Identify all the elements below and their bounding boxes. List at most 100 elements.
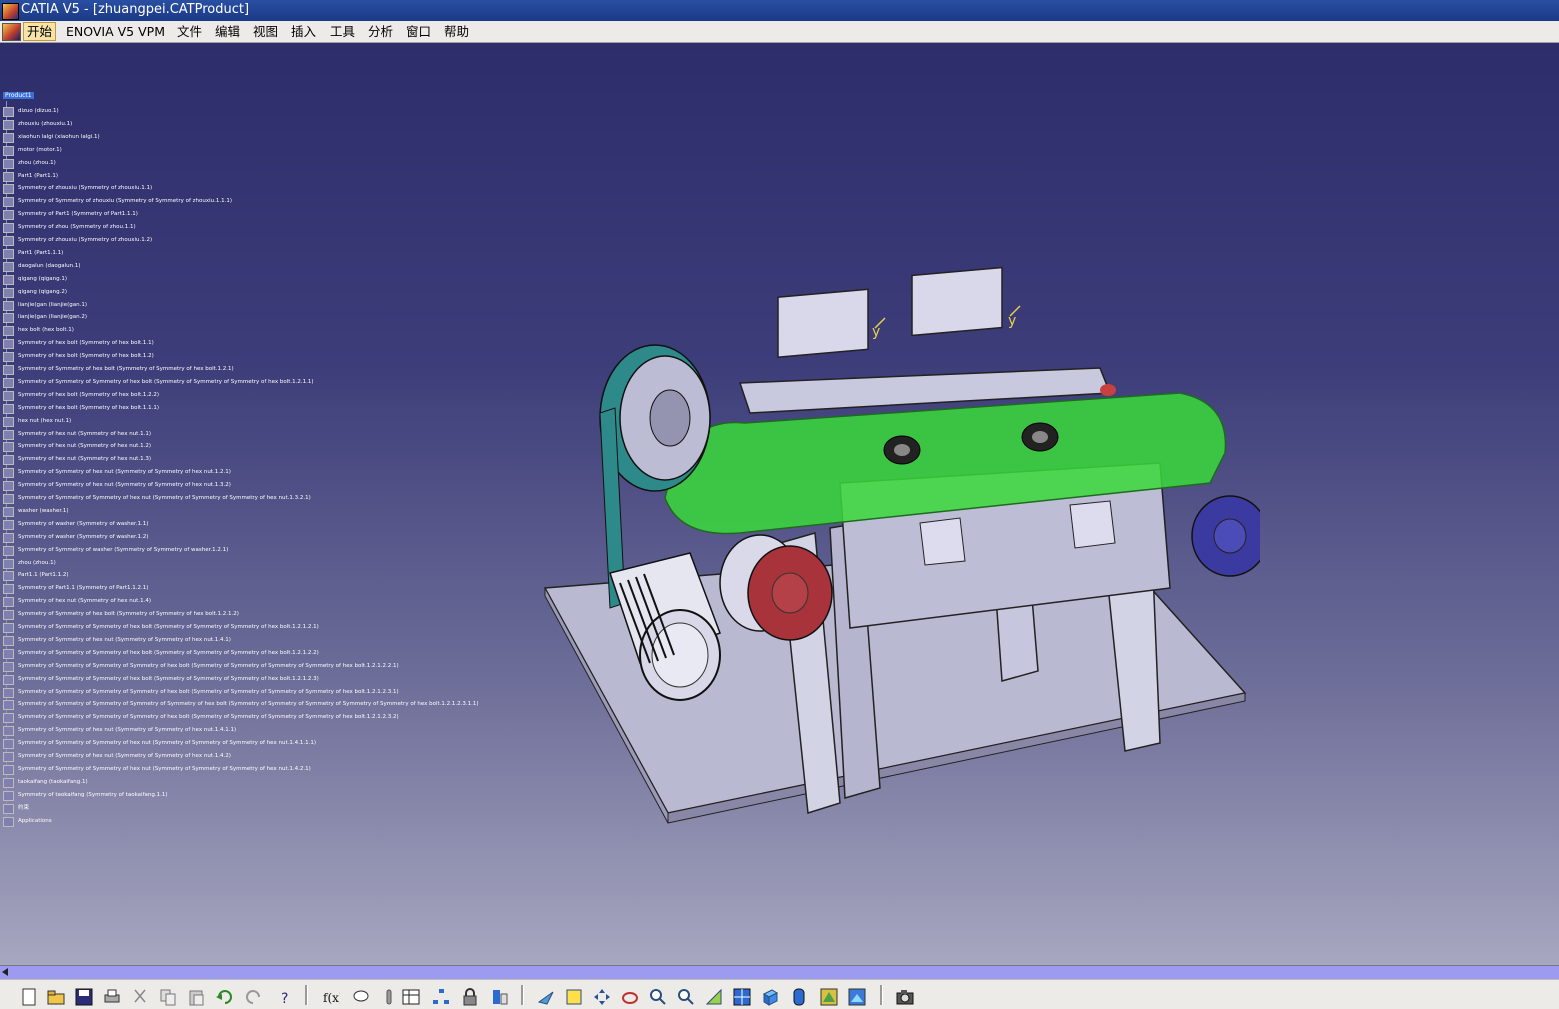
menu-help[interactable]: 帮助 — [441, 23, 472, 40]
tree-node[interactable]: Symmetry of zhou (Symmetry of zhou.1.1) — [3, 222, 136, 233]
tree-node[interactable]: zhou (zhou.1) — [3, 158, 56, 169]
tree-node[interactable]: Symmetry of hex bolt (Symmetry of hex bo… — [3, 338, 154, 349]
paste-icon[interactable] — [187, 988, 205, 1006]
tree-node[interactable]: Symmetry of Symmetry of Symmetry of hex … — [3, 377, 314, 388]
tree-node[interactable]: Part1 (Part1.1.1) — [3, 248, 63, 259]
normal-view-icon[interactable] — [705, 988, 723, 1006]
tree-node[interactable]: lianjie(gan (lianjie(gan.1) — [3, 300, 87, 311]
tree-node[interactable]: taokaifang (taokaifang.1) — [3, 777, 88, 788]
cut-icon[interactable] — [131, 988, 149, 1006]
menu-insert[interactable]: 插入 — [288, 23, 319, 40]
link-icon[interactable] — [380, 988, 398, 1006]
cad-model-conveyor[interactable]: y y — [540, 243, 1260, 863]
tree-node[interactable]: Symmetry of hex nut (Symmetry of hex nut… — [3, 454, 151, 465]
tree-node[interactable]: Symmetry of Part1.1 (Symmetry of Part1.1… — [3, 583, 148, 594]
pan-icon[interactable] — [593, 988, 611, 1006]
tree-node[interactable]: Symmetry of Symmetry of Symmetry of hex … — [3, 622, 319, 633]
multi-view-icon[interactable] — [733, 988, 751, 1006]
tree-node[interactable]: Symmetry of Symmetry of zhouxiu (Symmetr… — [3, 196, 232, 207]
tree-node[interactable]: Symmetry of washer (Symmetry of washer.1… — [3, 519, 148, 530]
menu-enovia[interactable]: ENOVIA V5 VPM — [63, 23, 168, 40]
tree-node[interactable]: 约束 — [3, 803, 29, 814]
tree-node[interactable]: Symmetry of zhouxiu (Symmetry of zhouxiu… — [3, 235, 152, 246]
camera-icon[interactable] — [896, 988, 914, 1006]
tree-node[interactable]: Symmetry of Symmetry of washer (Symmetry… — [3, 545, 228, 556]
tree-node[interactable]: Symmetry of Symmetry of hex bolt (Symmet… — [3, 609, 239, 620]
tree-node[interactable]: zhou (zhou.1) — [3, 558, 56, 569]
tree-node[interactable]: hex bolt (hex bolt.1) — [3, 325, 74, 336]
open-icon[interactable] — [47, 988, 65, 1006]
tree-root-node[interactable]: Product1 — [3, 92, 34, 99]
tree-node[interactable]: Symmetry of washer (Symmetry of washer.1… — [3, 532, 148, 543]
tree-node[interactable]: Symmetry of hex bolt (Symmetry of hex bo… — [3, 351, 154, 362]
catia-app-icon[interactable] — [2, 3, 19, 20]
menu-file[interactable]: 文件 — [174, 23, 205, 40]
undo-icon[interactable] — [215, 988, 233, 1006]
tree-node[interactable]: Symmetry of Symmetry of Symmetry of Symm… — [3, 661, 399, 672]
tree-node[interactable]: Symmetry of Symmetry of hex bolt (Symmet… — [3, 364, 234, 375]
tree-node[interactable]: qigang (qigang.1) — [3, 274, 67, 285]
tree-node[interactable]: Symmetry of hex bolt (Symmetry of hex bo… — [3, 390, 159, 401]
horizontal-scrollbar[interactable] — [0, 965, 1559, 979]
tree-node[interactable]: Symmetry of hex nut (Symmetry of hex nut… — [3, 441, 151, 452]
tree-node[interactable]: Symmetry of Symmetry of Symmetry of hex … — [3, 648, 319, 659]
tree-node[interactable]: Symmetry of hex bolt (Symmetry of hex bo… — [3, 403, 159, 414]
menu-analyze[interactable]: 分析 — [365, 23, 396, 40]
tree-node[interactable]: washer (washer.1) — [3, 506, 69, 517]
tree-node[interactable]: Symmetry of Symmetry of Symmetry of Symm… — [3, 687, 399, 698]
copy-icon[interactable] — [159, 988, 177, 1006]
tree-node[interactable]: Symmetry of Symmetry of Symmetry of hex … — [3, 493, 311, 504]
shading-icon[interactable] — [790, 988, 808, 1006]
start-menu-icon[interactable] — [2, 23, 21, 41]
formula-icon[interactable]: f(x) — [322, 988, 340, 1006]
tree-node[interactable]: Symmetry of Symmetry of hex nut (Symmetr… — [3, 467, 231, 478]
tree-node[interactable]: xiaohun lalgi (xiaohun lalgi.1) — [3, 132, 100, 143]
zoom-in-icon[interactable] — [649, 988, 667, 1006]
table-icon[interactable] — [402, 988, 420, 1006]
tree-node[interactable]: Symmetry of Symmetry of Symmetry of hex … — [3, 674, 319, 685]
tree-node[interactable]: Symmetry of Part1 (Symmetry of Part1.1.1… — [3, 209, 138, 220]
tree-node[interactable]: dizuo (dizuo.1) — [3, 106, 59, 117]
tree-node[interactable]: Symmetry of Symmetry of Symmetry of Symm… — [3, 699, 479, 710]
tree-node[interactable]: Part1.1 (Part1.1.2) — [3, 570, 69, 581]
print-icon[interactable] — [103, 988, 121, 1006]
tree-node[interactable]: Symmetry of hex nut (Symmetry of hex nut… — [3, 596, 151, 607]
menu-window[interactable]: 窗口 — [403, 23, 434, 40]
fit-all-icon[interactable] — [565, 988, 583, 1006]
tree-node[interactable]: Symmetry of Symmetry of Symmetry of hex … — [3, 738, 316, 749]
whats-this-icon[interactable]: ? — [275, 988, 293, 1006]
tree-icon[interactable] — [432, 988, 450, 1006]
menu-edit[interactable]: 编辑 — [212, 23, 243, 40]
tree-node[interactable]: lianjie(gan (lianjie(gan.2) — [3, 312, 87, 323]
swap-icon[interactable] — [848, 988, 866, 1006]
catalog-icon[interactable] — [491, 988, 509, 1006]
3d-viewport[interactable]: Product1 dizuo (dizuo.1) zhouxiu (zhouxiu… — [0, 43, 1559, 965]
menu-view[interactable]: 视图 — [250, 23, 281, 40]
comment-icon[interactable] — [352, 988, 370, 1006]
tree-node[interactable]: Symmetry of Symmetry of hex nut (Symmetr… — [3, 751, 231, 762]
tree-node[interactable]: Symmetry of Symmetry of hex nut (Symmetr… — [3, 725, 236, 736]
tree-node[interactable]: Symmetry of Symmetry of Symmetry of Symm… — [3, 712, 399, 723]
tree-node[interactable]: motor (motor.1) — [3, 145, 62, 156]
tree-node[interactable]: hex nut (hex nut.1) — [3, 416, 71, 427]
iso-view-icon[interactable] — [761, 988, 779, 1006]
tree-node[interactable]: Symmetry of hex nut (Symmetry of hex nut… — [3, 429, 151, 440]
save-icon[interactable] — [75, 988, 93, 1006]
tree-node[interactable]: Part1 (Part1.1) — [3, 171, 58, 182]
fly-icon[interactable] — [537, 988, 555, 1006]
redo-icon[interactable] — [245, 988, 263, 1006]
new-icon[interactable] — [20, 988, 38, 1006]
tree-node[interactable]: Symmetry of Symmetry of Symmetry of hex … — [3, 764, 311, 775]
tree-node[interactable]: daogalun (daogalun.1) — [3, 261, 80, 272]
tree-node[interactable]: zhouxiu (zhouxiu.1) — [3, 119, 72, 130]
tree-node[interactable]: Symmetry of Symmetry of hex nut (Symmetr… — [3, 635, 231, 646]
menu-start[interactable]: 开始 — [23, 22, 57, 41]
tree-node[interactable]: Applications — [3, 816, 52, 827]
rotate-icon[interactable] — [621, 988, 639, 1006]
zoom-out-icon[interactable] — [677, 988, 695, 1006]
lock-icon[interactable] — [461, 988, 479, 1006]
tree-node[interactable]: Symmetry of Symmetry of hex nut (Symmetr… — [3, 480, 231, 491]
hide-show-icon[interactable] — [820, 988, 838, 1006]
tree-node[interactable]: qigang (qigang.2) — [3, 287, 67, 298]
tree-node[interactable]: Symmetry of taokaifang (Symmetry of taok… — [3, 790, 168, 801]
